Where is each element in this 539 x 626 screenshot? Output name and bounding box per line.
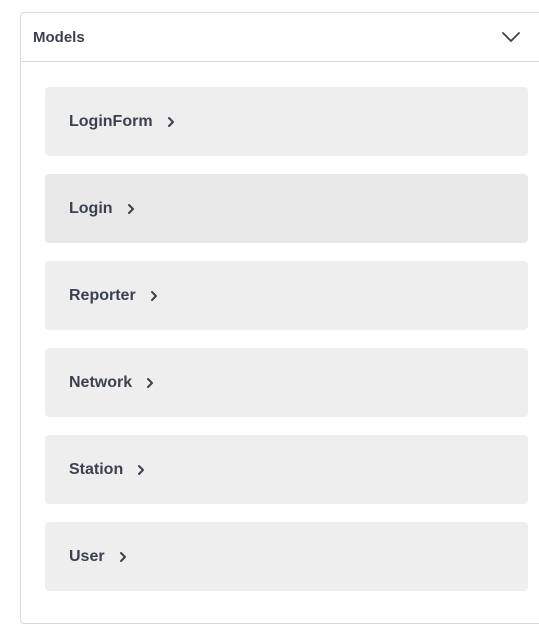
models-panel: Models LoginForm Login Reporter Network … [20, 12, 539, 624]
model-item-loginform[interactable]: LoginForm [45, 87, 528, 156]
models-title: Models [33, 28, 85, 46]
chevron-right-icon[interactable] [137, 464, 145, 476]
chevron-right-icon[interactable] [150, 290, 158, 302]
chevron-right-icon[interactable] [119, 551, 127, 563]
model-item-user[interactable]: User [45, 522, 528, 591]
model-list: LoginForm Login Reporter Network Station [45, 87, 528, 609]
models-header[interactable]: Models [21, 13, 539, 62]
chevron-right-icon[interactable] [167, 116, 175, 128]
model-item-station[interactable]: Station [45, 435, 528, 504]
model-item-network[interactable]: Network [45, 348, 528, 417]
model-name: LoginForm [69, 112, 153, 130]
chevron-right-icon[interactable] [127, 203, 135, 215]
model-item-reporter[interactable]: Reporter [45, 261, 528, 330]
model-name: Station [69, 460, 124, 478]
model-name: Network [69, 373, 133, 391]
model-item-login[interactable]: Login [45, 174, 528, 243]
chevron-down-icon[interactable] [501, 27, 521, 47]
model-name: User [69, 547, 105, 565]
chevron-right-icon[interactable] [146, 377, 154, 389]
model-name: Reporter [69, 286, 136, 304]
model-name: Login [69, 199, 113, 217]
